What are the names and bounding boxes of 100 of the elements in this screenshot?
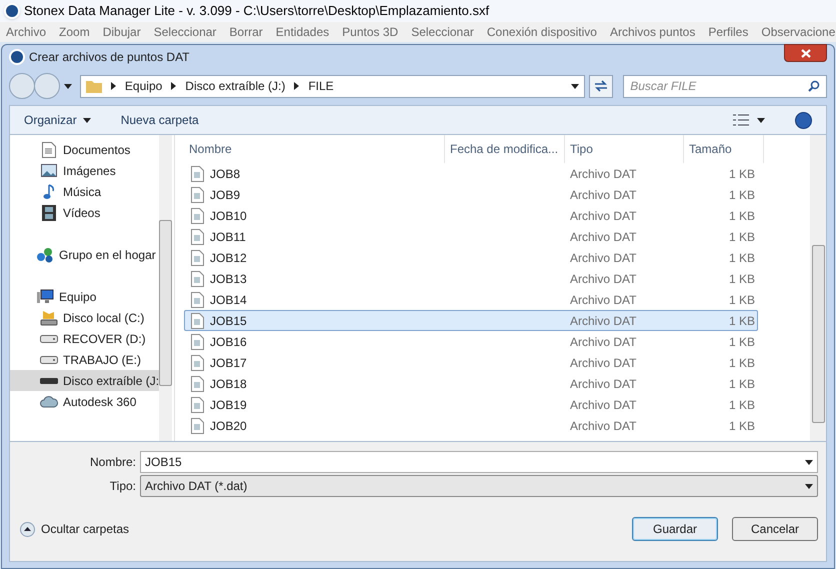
file-size: 1 KB (728, 292, 755, 308)
file-name: JOB16 (210, 334, 247, 350)
file-type: Archivo DAT (569, 396, 638, 414)
document-icon (42, 142, 56, 158)
file-row[interactable]: JOB14 Archivo DAT 1 KB (184, 289, 758, 310)
file-icon (191, 376, 204, 392)
chevron-up-icon (24, 527, 31, 531)
menu-item[interactable]: Observacione (761, 23, 836, 41)
filename-input[interactable]: JOB15 (145, 453, 805, 471)
menu-item[interactable]: Perfiles (708, 23, 748, 41)
menu-item[interactable]: Archivo (6, 23, 46, 41)
refresh-icon (594, 80, 608, 92)
search-icon (808, 80, 820, 92)
view-list-icon[interactable] (733, 114, 749, 126)
file-row[interactable]: JOB9 Archivo DAT 1 KB (184, 184, 758, 205)
file-icon (191, 166, 204, 182)
menu-item[interactable]: Archivos puntos (610, 23, 696, 41)
search-field[interactable]: Buscar FILE (623, 74, 827, 98)
menu-item[interactable]: Entidades (276, 23, 330, 41)
chevron-icon (294, 82, 300, 90)
menu-item[interactable]: Seleccionar (411, 23, 474, 41)
file-type: Archivo DAT (569, 312, 638, 330)
file-size: 1 KB (728, 376, 755, 392)
file-row[interactable]: JOB15 Archivo DAT 1 KB (184, 310, 758, 331)
menu-item[interactable]: Zoom (59, 23, 90, 41)
file-row[interactable]: JOB16 Archivo DAT 1 KB (184, 331, 758, 352)
file-row[interactable]: JOB13 Archivo DAT 1 KB (184, 268, 758, 289)
save-button[interactable]: Guardar (632, 517, 718, 541)
file-row[interactable]: JOB17 Archivo DAT 1 KB (184, 352, 758, 373)
drive-icon (40, 310, 58, 326)
column-header[interactable]: Nombre (184, 135, 445, 163)
menu-item[interactable]: Puntos 3D (342, 23, 398, 41)
file-type: Archivo DAT (569, 186, 638, 204)
breadcrumb-item[interactable]: FILE (308, 77, 334, 95)
file-name: JOB8 (210, 166, 240, 182)
file-type: Archivo DAT (569, 270, 638, 288)
hide-folders-button[interactable]: Ocultar carpetas (20, 520, 130, 538)
caret-icon (805, 460, 813, 464)
sidebar-item[interactable]: Disco extraíble (J: (10, 370, 160, 391)
file-icon (191, 418, 204, 434)
sidebar-item[interactable]: Imágenes (10, 160, 160, 181)
sidebar-item[interactable]: RECOVER (D:) (10, 328, 160, 349)
file-type: Archivo DAT (569, 292, 638, 308)
breadcrumb-item[interactable]: Disco extraíble (J:) (185, 77, 286, 95)
menu-item[interactable]: Borrar (229, 23, 263, 41)
filename-field[interactable]: JOB15 (140, 451, 818, 473)
field-label: Nombre: (88, 454, 136, 471)
file-row[interactable]: JOB18 Archivo DAT 1 KB (184, 373, 758, 394)
menu-item[interactable]: Dibujar (102, 23, 141, 41)
homegroup-icon (36, 246, 54, 262)
caret-icon (82, 118, 91, 122)
file-type: Archivo DAT (569, 354, 638, 372)
file-row[interactable]: JOB12 Archivo DAT 1 KB (184, 247, 758, 268)
file-name: JOB15 (210, 312, 247, 330)
sidebar-item[interactable]: Autodesk 360 (10, 391, 160, 412)
app-title: Stonex Data Manager Lite - v. 3.099 - C:\Users\torre\Desktop\Emplazamiento.sxf (24, 2, 490, 20)
sidebar-item[interactable]: Grupo en el hogar (10, 244, 160, 265)
column-header[interactable]: Tipo (565, 135, 684, 163)
organize-button[interactable]: Organizar (24, 111, 91, 129)
file-row[interactable]: JOB19 Archivo DAT 1 KB (184, 394, 758, 415)
sidebar-item[interactable]: Documentos (10, 139, 160, 160)
file-row[interactable]: JOB10 Archivo DAT 1 KB (184, 205, 758, 226)
file-icon (191, 228, 204, 244)
file-size: 1 KB (728, 270, 755, 288)
file-size: 1 KB (728, 228, 755, 246)
file-name: JOB10 (210, 208, 247, 224)
filetype-dropdown[interactable]: Archivo DAT (*.dat) (140, 475, 818, 497)
file-icon (191, 270, 204, 286)
file-icon (191, 334, 204, 350)
cancel-button[interactable]: Cancelar (732, 517, 818, 541)
file-name: JOB18 (210, 376, 247, 392)
file-size: 1 KB (728, 396, 755, 414)
new-folder-button[interactable]: Nueva carpeta (120, 111, 199, 129)
file-row[interactable]: JOB11 Archivo DAT 1 KB (184, 226, 758, 247)
file-size: 1 KB (728, 312, 755, 330)
scrollbar[interactable] (159, 135, 172, 441)
refresh-button[interactable] (589, 74, 614, 98)
view-caret-icon (757, 118, 765, 122)
column-header[interactable]: Tamaño (684, 135, 764, 163)
address-bar[interactable]: Equipo Disco extraíble (J:) FILE (80, 74, 586, 98)
sidebar-item[interactable]: Música (10, 181, 160, 202)
sidebar-item[interactable]: Disco local (C:) (10, 307, 160, 328)
menu-item[interactable]: Conexión dispositivo (486, 23, 597, 41)
search-input[interactable]: Buscar FILE (630, 77, 808, 95)
file-name: JOB11 (210, 228, 246, 246)
menu-item[interactable]: Seleccionar (154, 23, 216, 41)
file-row[interactable]: JOB8 Archivo DAT 1 KB (184, 163, 758, 184)
file-type: Archivo DAT (569, 334, 638, 350)
breadcrumb-item[interactable]: Equipo (124, 77, 162, 95)
close-icon (800, 48, 810, 58)
file-type: Archivo DAT (569, 418, 638, 434)
sidebar-item[interactable]: Equipo (10, 286, 160, 307)
file-size: 1 KB (728, 208, 755, 224)
field-label: Tipo: (108, 478, 136, 495)
column-header[interactable]: Fecha de modifica... (445, 135, 565, 163)
scrollbar[interactable] (810, 135, 826, 441)
file-row[interactable]: JOB20 Archivo DAT 1 KB (184, 415, 758, 436)
close-button[interactable] (784, 44, 827, 62)
sidebar-item[interactable]: Vídeos (10, 202, 160, 223)
sidebar-item[interactable]: TRABAJO (E:) (10, 349, 160, 370)
